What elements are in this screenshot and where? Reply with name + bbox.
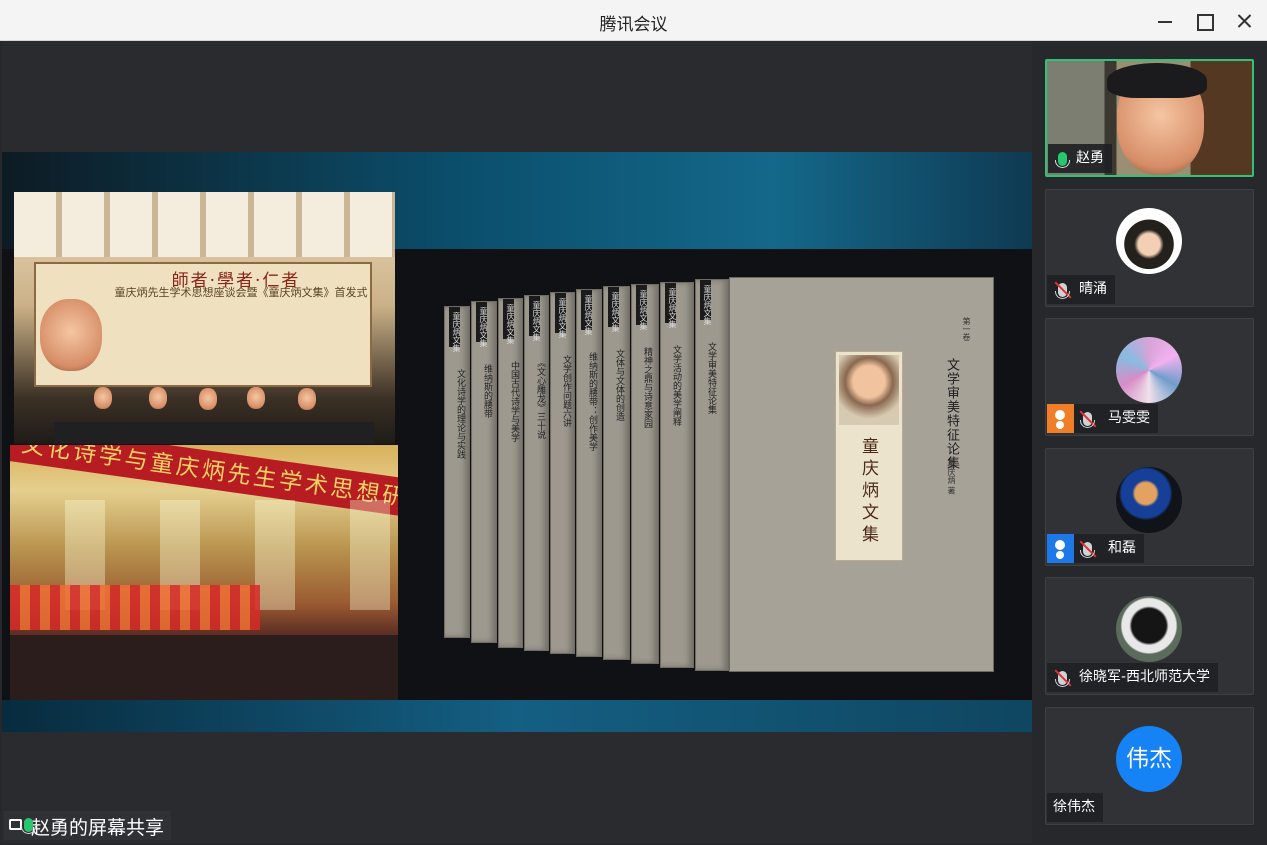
conference-table xyxy=(54,422,374,444)
minimize-button[interactable] xyxy=(1152,8,1178,34)
window-title: 腾讯会议 xyxy=(599,15,668,35)
participant-name-pill: 晴涌 xyxy=(1047,275,1115,304)
participants-sidebar: 赵勇 晴涌 马雯雯 和磊 徐晓军-西北师范大学 伟杰 徐伟杰 xyxy=(1034,41,1267,845)
participant-avatar xyxy=(1116,208,1182,274)
participant-tile[interactable]: 晴涌 xyxy=(1045,189,1254,307)
close-button[interactable] xyxy=(1231,8,1257,34)
participant-initials-avatar: 伟杰 xyxy=(1116,726,1182,792)
slide-footer-band xyxy=(2,700,1032,732)
screen-share-stage: 師者·學者·仁者 童庆炳先生学术思想座谈会暨《童庆炳文集》首发式 文化诗学与童庆… xyxy=(2,41,1032,843)
participant-name: 马雯雯 xyxy=(1108,410,1150,426)
participant-name-pill: 和磊 xyxy=(1047,534,1144,563)
cover-portrait xyxy=(839,355,899,425)
participant-tile[interactable]: 徐晓军-西北师范大学 xyxy=(1045,577,1254,695)
participant-name: 赵勇 xyxy=(1076,150,1104,166)
screen-share-icon xyxy=(9,819,22,830)
microphone-muted-icon xyxy=(1080,412,1095,428)
banner-headline: 童庆炳先生学术思想座谈会暨《童庆炳文集》首发式 xyxy=(114,286,368,299)
book-front-cover: 童庆炳文集 第一卷 文学审美特征论集 童庆炳 著 xyxy=(729,277,994,672)
microphone-muted-icon xyxy=(1080,542,1095,558)
book-spine: 童庆炳文集 中国古代诗学与美学 xyxy=(498,298,523,648)
participant-name: 晴涌 xyxy=(1079,281,1107,297)
participant-tile[interactable]: 马雯雯 xyxy=(1045,318,1254,436)
cover-author: 童庆炳 著 xyxy=(947,460,956,495)
speaker-face xyxy=(94,387,112,409)
participant-name-pill: 马雯雯 xyxy=(1047,404,1158,433)
participant-name: 徐伟杰 xyxy=(1053,799,1095,815)
participant-name: 和磊 xyxy=(1108,540,1136,556)
screen-share-owner-name: 赵勇的屏幕共享 xyxy=(31,817,165,839)
book-spine: 童庆炳文集 文学审美特征论集 xyxy=(695,279,729,671)
red-flags xyxy=(10,585,260,630)
portrait-face xyxy=(40,299,102,371)
participant-name: 徐晓军-西北师范大学 xyxy=(1079,669,1211,685)
book-spine: 童庆炳文集 精神之鼎与诗意家园 xyxy=(631,284,659,664)
conference-photo: 師者·學者·仁者 童庆炳先生学术思想座谈会暨《童庆炳文集》首发式 xyxy=(14,192,395,444)
speaker-face xyxy=(149,387,167,409)
speaker-face xyxy=(298,388,316,410)
screen-share-owner-label: 赵勇的屏幕共享 xyxy=(4,811,172,840)
book-set-image: 童庆炳文集 文化诗学的理论与实践 童庆炳文集 维纳斯的腰带 童庆炳文集 中国古代诗学与… xyxy=(442,277,997,677)
microphone-muted-icon xyxy=(1055,671,1070,687)
speaker-face xyxy=(247,387,265,409)
participant-name-pill: 徐伟杰 xyxy=(1047,793,1103,822)
participant-tile-speaking[interactable]: 赵勇 xyxy=(1045,59,1254,177)
participant-name-pill: 徐晓军-西北师范大学 xyxy=(1047,663,1219,692)
speaker-face xyxy=(199,388,217,410)
book-spine: 童庆炳文集 文学创作问题六讲 xyxy=(550,292,575,654)
cohost-badge-icon xyxy=(1047,534,1074,563)
participant-name-pill: 赵勇 xyxy=(1048,144,1112,173)
maximize-button[interactable] xyxy=(1191,8,1217,34)
participant-tile[interactable]: 伟杰 徐伟杰 xyxy=(1045,707,1254,825)
ceiling-decoration xyxy=(14,192,395,257)
book-spine: 童庆炳文集 文学活动的美学阐释 xyxy=(660,282,694,668)
symposium-photo: 文化诗学与童庆炳先生学术思想研讨会 xyxy=(10,445,398,700)
book-spine: 童庆炳文集 文化诗学的理论与实践 xyxy=(444,306,470,638)
participant-avatar xyxy=(1116,337,1182,403)
microphone-active-icon xyxy=(1055,152,1070,168)
cover-title-panel: 童庆炳文集 xyxy=(835,351,903,561)
book-spine: 童庆炳文集 《文心雕龙》三十说 xyxy=(524,295,549,651)
conference-banner: 師者·學者·仁者 童庆炳先生学术思想座谈会暨《童庆炳文集》首发式 xyxy=(34,262,372,387)
cover-volume: 第一卷 xyxy=(962,317,971,341)
cover-subtitle: 文学审美特征论集 xyxy=(944,358,959,470)
title-bar: 腾讯会议 xyxy=(0,0,1267,41)
book-spine: 童庆炳文集 维纳斯的腰带 xyxy=(471,301,497,643)
tencent-meeting-window: 腾讯会议 師者·學者·仁者 童庆炳先生学术思想座谈会暨《童庆炳文集》首发式 文化… xyxy=(0,0,1267,845)
participant-avatar xyxy=(1116,596,1182,662)
shared-slide: 師者·學者·仁者 童庆炳先生学术思想座谈会暨《童庆炳文集》首发式 文化诗学与童庆… xyxy=(2,152,1032,837)
participant-hair xyxy=(1107,63,1207,98)
cover-title: 童庆炳文集 xyxy=(858,437,878,547)
seating-area xyxy=(10,635,398,700)
microphone-active-icon xyxy=(21,818,36,834)
book-spine: 童庆炳文集 文体与文体的创造 xyxy=(603,286,630,660)
participant-avatar xyxy=(1116,467,1182,533)
microphone-muted-icon xyxy=(1055,283,1070,299)
book-spine: 童庆炳文集 维纳斯的腰带：创作美学 xyxy=(576,289,602,657)
participant-tile[interactable]: 和磊 xyxy=(1045,448,1254,566)
host-badge-icon xyxy=(1047,404,1074,433)
